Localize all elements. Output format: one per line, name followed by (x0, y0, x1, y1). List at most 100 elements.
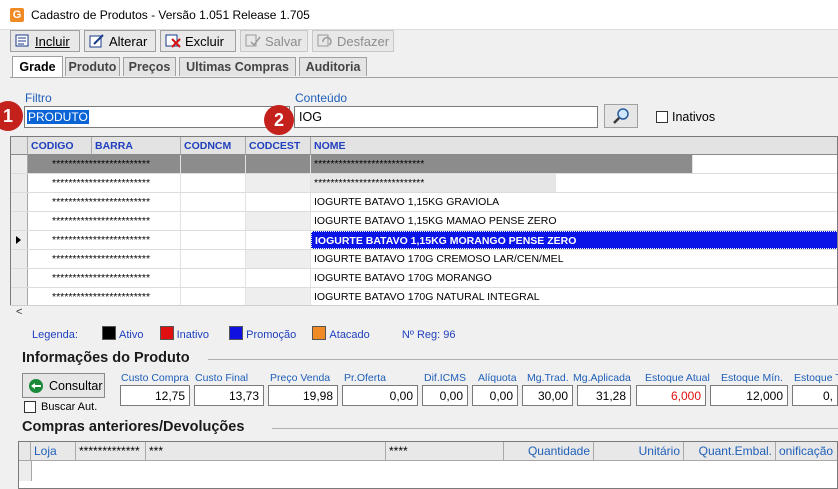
col-header-nome[interactable]: NOME (311, 137, 837, 155)
cell-codigo-barra: ************************ (28, 155, 181, 173)
tab-auditoria[interactable]: Auditoria (299, 57, 367, 76)
cell-codigo-barra: ************************ (28, 212, 181, 230)
buscar-aut-label: Buscar Aut. (41, 401, 98, 413)
table-row[interactable]: ************************ IOGURTE BATAVO 1… (11, 212, 837, 231)
desfazer-button[interactable]: Desfazer (312, 30, 394, 52)
info-field-value[interactable]: 0,00 (422, 385, 468, 406)
table-row[interactable]: ************************ ****************… (11, 155, 837, 174)
compras-section-title: Compras anteriores/Devoluções (22, 419, 245, 435)
col-header-unitario[interactable]: Unitário (594, 442, 684, 461)
conteudo-field[interactable]: IOG (294, 106, 598, 128)
col-header-bonificacao[interactable]: onificação (776, 442, 837, 461)
table-row[interactable]: ************************ IOGURTE BATAVO 1… (11, 269, 837, 288)
tab-precos[interactable]: Preços (123, 57, 176, 76)
info-field-value[interactable]: 13,73 (194, 385, 264, 406)
info-field-label: Mg.Trad. (527, 372, 569, 384)
info-field-label: Preço Venda (270, 372, 331, 384)
row-indicator[interactable] (11, 174, 28, 192)
row-indicator[interactable] (11, 288, 28, 306)
info-field-value[interactable]: 12,75 (120, 385, 190, 406)
col-header-loja[interactable]: Loja (31, 442, 76, 461)
col-header-codigo[interactable]: CODIGO (28, 137, 92, 155)
info-field-value[interactable]: 6,000 (636, 385, 706, 406)
legend: Legenda: Ativo Inativo Promoção Atacado … (32, 326, 455, 341)
legend-ativo: Ativo (119, 329, 144, 341)
alterar-button[interactable]: Alterar (84, 30, 156, 52)
incluir-button[interactable]: Incluir (10, 30, 80, 52)
cell-codigo-barra: ************************ (28, 269, 181, 287)
table-row[interactable]: ************************ IOGURTE BATAVO 1… (11, 193, 837, 212)
legend-swatch-atacado (312, 326, 327, 340)
horizontal-scrollbar[interactable]: < (10, 305, 838, 320)
compras-grid: Loja ************* *** **** Quantidade U… (18, 441, 838, 489)
cell-nome[interactable]: IOGURTE BATAVO 1,15KG MORANGO PENSE ZERO (311, 231, 837, 249)
info-field-label: Estoque Mín. (721, 372, 783, 384)
table-row[interactable]: ************************ IOGURTE BATAVO 1… (11, 231, 837, 250)
filtro-value: PRODUTO (27, 110, 89, 124)
row-indicator[interactable] (11, 212, 28, 230)
info-field-label: Mg.Aplicada (573, 372, 631, 384)
col-header-masked-1[interactable]: ************* (76, 442, 146, 461)
tab-produto[interactable]: Produto (65, 57, 120, 76)
col-header-barra[interactable]: BARRA (92, 137, 181, 155)
col-header-masked-3[interactable]: **** (386, 442, 504, 461)
col-header-codncm[interactable]: CODNCM (181, 137, 246, 155)
cell-codncm (181, 155, 246, 173)
search-button[interactable] (604, 104, 638, 128)
cell-codncm (181, 212, 246, 230)
cell-codigo-barra: ************************ (28, 231, 181, 249)
desfazer-label: Desfazer (337, 33, 390, 49)
info-field-label: Custo Compra (121, 372, 189, 384)
app-icon: G (10, 8, 24, 22)
cell-nome[interactable]: *************************** (311, 174, 556, 192)
cell-nome[interactable]: IOGURTE BATAVO 1,15KG MAMAO PENSE ZERO (311, 212, 837, 230)
col-header-quantidade[interactable]: Quantidade (504, 442, 594, 461)
buscar-aut-checkbox[interactable] (24, 401, 36, 413)
info-section-title: Informações do Produto (22, 350, 190, 366)
row-indicator[interactable] (11, 231, 28, 249)
col-header-codcest[interactable]: CODCEST (246, 137, 311, 155)
cell-nome[interactable]: IOGURTE BATAVO 170G MORANGO (311, 269, 837, 287)
tab-grade[interactable]: Grade (12, 56, 63, 77)
info-field-label: Dif.ICMS (424, 372, 466, 384)
info-field-value[interactable]: 0,00 (472, 385, 518, 406)
info-field-value[interactable]: 12,000 (710, 385, 788, 406)
info-field-value[interactable]: 0, (792, 385, 838, 406)
salvar-button[interactable]: Salvar (240, 30, 308, 52)
cell-nome[interactable]: IOGURTE BATAVO 170G CREMOSO LAR/CEN/MEL (311, 250, 837, 268)
consultar-button[interactable]: Consultar (22, 373, 105, 398)
info-field-label: Estoque Atual (645, 372, 710, 384)
cell-nome[interactable]: IOGURTE BATAVO 170G NATURAL INTEGRAL (311, 288, 837, 306)
info-field-label: Custo Final (195, 372, 249, 384)
legend-swatch-promocao (229, 326, 244, 340)
info-field-label: Estoque T (794, 372, 838, 384)
tab-divider (10, 77, 838, 78)
scroll-left-icon[interactable]: < (16, 306, 22, 318)
cell-codigo-barra: ************************ (28, 250, 181, 268)
cell-nome[interactable]: *************************** (311, 155, 693, 173)
table-row[interactable]: ************************ IOGURTE BATAVO 1… (11, 250, 837, 269)
compras-corner (19, 442, 31, 461)
row-indicator[interactable] (11, 269, 28, 287)
info-field-value[interactable]: 30,00 (522, 385, 573, 406)
info-field-value[interactable]: 19,98 (268, 385, 338, 406)
excluir-button[interactable]: Excluir (160, 30, 236, 52)
filtro-field[interactable]: PRODUTO (24, 106, 290, 128)
info-field-value[interactable]: 31,28 (577, 385, 631, 406)
products-grid: CODIGO BARRA CODNCM CODCEST NOME *******… (10, 136, 838, 320)
row-indicator[interactable] (11, 193, 28, 211)
add-record-icon (15, 34, 31, 48)
row-indicator[interactable] (11, 250, 28, 268)
inativos-label: Inativos (672, 110, 716, 124)
tab-ultimas-compras[interactable]: Ultimas Compras (179, 57, 296, 76)
cell-nome[interactable]: IOGURTE BATAVO 1,15KG GRAVIOLA (311, 193, 837, 211)
col-header-quant-embal[interactable]: Quant.Embal. (684, 442, 776, 461)
cell-codcest (246, 155, 311, 173)
inativos-checkbox[interactable] (656, 111, 668, 123)
col-header-masked-2[interactable]: *** (146, 442, 386, 461)
row-indicator[interactable] (11, 155, 28, 173)
table-row[interactable]: ************************ ****************… (11, 174, 837, 193)
cell-codcest (246, 231, 311, 249)
compras-row-indicator (19, 461, 32, 481)
info-field-value[interactable]: 0,00 (342, 385, 418, 406)
